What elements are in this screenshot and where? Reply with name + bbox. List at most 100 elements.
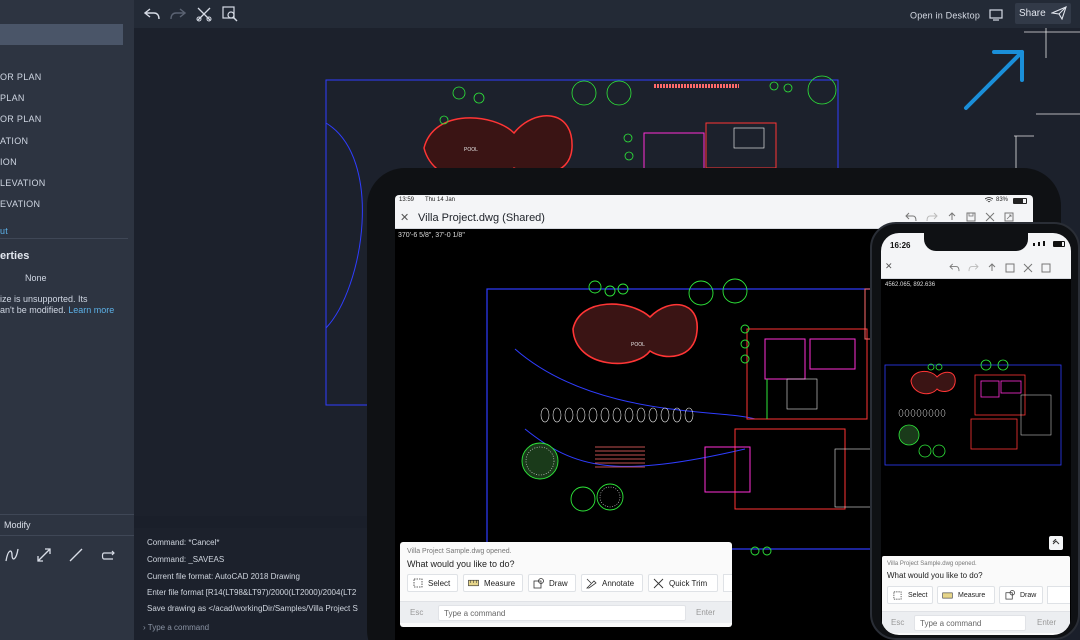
select-icon [412, 578, 423, 589]
tablet-file-title: Villa Project.dwg (Shared) [418, 212, 545, 224]
measure-chip[interactable]: Measure [937, 586, 995, 604]
draw-chip[interactable]: Draw [999, 586, 1043, 604]
command-history-line: Save drawing as </acad/workingDir/Sample… [147, 604, 358, 613]
upload-icon[interactable] [947, 212, 957, 222]
upload-icon[interactable] [987, 263, 997, 273]
spline-icon[interactable] [2, 545, 22, 565]
tablet-time: 13:59 [399, 197, 415, 203]
svg-text:POOL: POOL [631, 342, 645, 348]
fullscreen-icon[interactable] [1004, 212, 1014, 222]
select-chip[interactable]: Select [407, 574, 458, 592]
layout-item[interactable]: EVATION [0, 199, 40, 209]
annotate-icon [586, 578, 597, 589]
close-icon[interactable]: ✕ [400, 211, 409, 224]
tablet-date: Thu 14 Jan [425, 197, 456, 203]
select-chip[interactable]: Select [887, 586, 933, 604]
sidebar-divider [0, 238, 128, 239]
note-line-1: ize is unsupported. Its [0, 294, 88, 304]
undo-icon[interactable] [142, 4, 162, 24]
draw-label: Draw [1020, 591, 1037, 599]
draw-label: Draw [549, 578, 568, 588]
zoom-window-icon[interactable] [220, 4, 240, 24]
measure-label: Measure [484, 578, 516, 588]
phone-device: 16:26 ✕ 4562.065, 892.636 Villa Project … [870, 222, 1080, 640]
more-chips-indicator[interactable] [723, 574, 732, 592]
selected-layout-highlight[interactable] [0, 24, 123, 45]
esc-button[interactable]: Esc [410, 608, 423, 617]
phone-command-input[interactable]: Type a command [914, 615, 1026, 631]
quick-trim-icon[interactable] [194, 4, 214, 24]
command-history-line: Enter file format [R14(LT98&LT97)/2000(L… [147, 588, 357, 597]
save-icon[interactable] [1005, 263, 1015, 273]
layout-link[interactable]: ut [0, 226, 8, 236]
layout-item[interactable]: LEVATION [0, 178, 46, 188]
chevron-up-icon [1052, 538, 1060, 545]
svg-text:POOL: POOL [464, 147, 478, 153]
line-icon[interactable] [66, 545, 86, 565]
redo-icon[interactable] [968, 263, 979, 272]
phone-screen: 16:26 ✕ 4562.065, 892.636 Villa Project … [881, 233, 1071, 635]
desktop-command-placeholder: Type a command [147, 623, 210, 632]
tablet-status-bar: 13:59 Thu 14 Jan 83% [395, 195, 1033, 207]
ruler-icon [942, 590, 953, 601]
quick-trim-icon [653, 578, 664, 589]
battery-icon [1013, 198, 1027, 204]
redo-icon[interactable] [926, 212, 938, 222]
enter-button[interactable]: Enter [696, 608, 715, 617]
monitor-icon [989, 9, 1003, 23]
close-icon[interactable]: ✕ [885, 261, 893, 272]
phone-floor-plan[interactable] [881, 295, 1071, 495]
more-chips-indicator[interactable] [1047, 586, 1070, 604]
redo-icon[interactable] [168, 4, 188, 24]
draw-icon [533, 577, 544, 589]
tablet-command-panel: Villa Project Sample.dwg opened. What wo… [400, 542, 732, 627]
fullscreen-icon[interactable] [1041, 263, 1051, 273]
draw-chip[interactable]: Draw [528, 574, 576, 592]
open-in-desktop-button[interactable]: Open in Desktop [910, 9, 1003, 23]
select-icon [892, 590, 903, 601]
desktop-command-input[interactable]: › Type a command [143, 623, 209, 632]
ruler-icon [468, 578, 479, 589]
esc-button[interactable]: Esc [891, 618, 904, 627]
layout-item[interactable]: PLAN [0, 93, 25, 103]
phone-command-row: Esc Type a command Enter [882, 611, 1070, 633]
share-button[interactable]: Share [1015, 3, 1071, 24]
command-history-line: Command: _SAVEAS [147, 555, 225, 564]
tablet-command-input[interactable]: Type a command [438, 605, 686, 621]
save-icon[interactable] [966, 212, 976, 222]
annotate-label: Annotate [602, 578, 635, 588]
layout-item[interactable]: ION [0, 157, 17, 167]
file-opened-message: Villa Project Sample.dwg opened. [887, 561, 977, 567]
tablet-wifi-icon [984, 197, 994, 205]
phone-header-tools [949, 263, 1051, 273]
file-opened-message: Villa Project Sample.dwg opened. [407, 548, 512, 555]
layout-item[interactable]: OR PLAN [0, 114, 42, 124]
phone-command-placeholder: Type a command [920, 619, 982, 628]
phone-time: 16:26 [890, 241, 911, 250]
app-root: POOL Open in Desktop Share OR PLAN PLAN … [0, 0, 1080, 640]
tablet-command-row: Esc Type a command Enter [400, 601, 732, 623]
share-pointer-arrow [964, 50, 1024, 110]
quick-trim-chip[interactable]: Quick Trim [648, 574, 718, 592]
open-in-desktop-label: Open in Desktop [910, 10, 981, 21]
modify-toolbar-header[interactable]: Modify [0, 514, 134, 536]
command-history: Command: *Cancel* Command: _SAVEAS Curre… [134, 528, 384, 640]
scale-icon[interactable] [34, 545, 54, 565]
undo-icon[interactable] [949, 263, 960, 272]
signal-icon [1033, 241, 1045, 246]
phone-notch [924, 233, 1028, 251]
layout-item[interactable]: OR PLAN [0, 72, 42, 82]
modify-tools [2, 545, 118, 565]
quick-trim-icon[interactable] [985, 212, 995, 222]
quick-trim-icon[interactable] [1023, 263, 1033, 273]
scroll-up-button[interactable] [1049, 536, 1063, 550]
polyline-return-icon[interactable] [98, 545, 118, 565]
phone-coordinates: 4562.065, 892.636 [885, 282, 936, 288]
annotate-chip[interactable]: Annotate [581, 574, 643, 592]
learn-more-link[interactable]: Learn more [68, 305, 114, 315]
layout-item[interactable]: ATION [0, 136, 28, 146]
undo-icon[interactable] [905, 212, 917, 222]
enter-button[interactable]: Enter [1037, 618, 1056, 627]
measure-chip[interactable]: Measure [463, 574, 523, 592]
tablet-command-placeholder: Type a command [444, 609, 506, 618]
